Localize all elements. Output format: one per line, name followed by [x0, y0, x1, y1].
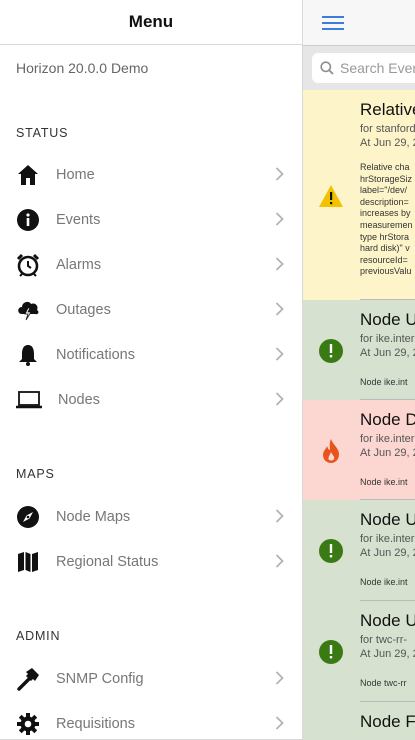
- chevron-right-icon: [275, 257, 284, 271]
- event-subtitle: for stanford: [360, 123, 415, 135]
- menu-item-node-maps[interactable]: Node Maps: [0, 494, 302, 539]
- warning-icon: [318, 184, 344, 210]
- menu-title: Menu: [128, 12, 174, 31]
- event-subtitle: for twc-rr-: [360, 634, 408, 646]
- event-item[interactable]: Node U for twc-rr- At Jun 29, 2 Node twc…: [303, 601, 415, 702]
- event-item[interactable]: Relative for stanford At Jun 29, 2 Relat…: [303, 90, 415, 300]
- alarm-clock-icon: [16, 253, 40, 277]
- menu-item-label: Requisitions: [56, 715, 135, 732]
- event-title: Node U: [360, 510, 415, 529]
- menu-header: Menu: [0, 0, 302, 45]
- section-status: STATUS: [16, 126, 69, 140]
- event-item[interactable]: Node D for ike.inter At Jun 29, 2 Node i…: [303, 400, 415, 500]
- menu-item-regional-status[interactable]: Regional Status: [0, 539, 302, 584]
- event-item[interactable]: Node U for ike.inter At Jun 29, 2 Node i…: [303, 300, 415, 400]
- menu-item-notifications[interactable]: Notifications: [0, 332, 302, 377]
- laptop-icon: [16, 388, 42, 412]
- hamburger-icon[interactable]: [321, 14, 345, 32]
- event-item[interactable]: Node U for ike.inter At Jun 29, 2 Node i…: [303, 500, 415, 601]
- event-title: Relative: [360, 100, 415, 119]
- bell-icon: [16, 343, 40, 367]
- menu-item-label: Events: [56, 211, 101, 228]
- event-body: Node U for ike.inter At Jun 29, 2 Node i…: [360, 300, 415, 389]
- storm-cloud-icon: [16, 298, 40, 322]
- menu-item-snmp-config[interactable]: SNMP Config: [0, 656, 302, 701]
- event-time: At Jun 29, 2: [360, 137, 415, 149]
- event-body: Node U for twc-rr- At Jun 29, 2 Node twc…: [360, 601, 415, 690]
- home-icon: [16, 163, 40, 187]
- chevron-right-icon: [275, 671, 284, 685]
- chevron-right-icon: [275, 554, 284, 568]
- event-description: Node twc-rr: [360, 678, 407, 688]
- menu-item-label: Alarms: [56, 256, 102, 273]
- chevron-right-icon: [275, 509, 284, 523]
- event-description: Node ike.int: [360, 577, 408, 587]
- chevron-right-icon: [275, 716, 284, 730]
- event-body: Relative for stanford At Jun 29, 2 Relat…: [360, 90, 415, 278]
- search-icon: [320, 61, 334, 75]
- menu-item-label: Node Maps: [56, 508, 131, 525]
- event-title: Node U: [360, 611, 415, 630]
- hammer-icon: [16, 667, 40, 691]
- event-subtitle: for ike.inter: [360, 533, 415, 545]
- menu-item-nodes[interactable]: Nodes: [0, 377, 302, 422]
- event-body: Node D for ike.inter At Jun 29, 2 Node i…: [360, 400, 415, 489]
- side-menu: Menu Horizon 20.0.0 Demo STATUS Home Eve…: [0, 0, 303, 740]
- event-item[interactable]: Node F: [303, 702, 415, 740]
- event-title: Node F: [360, 712, 415, 731]
- events-panel: Relative for stanford At Jun 29, 2 Relat…: [303, 0, 415, 740]
- event-time: At Jun 29, 2: [360, 648, 415, 660]
- event-body: Node U for ike.inter At Jun 29, 2 Node i…: [360, 500, 415, 589]
- event-subtitle: for ike.inter: [360, 333, 415, 345]
- event-description: Node ike.int: [360, 477, 408, 487]
- menu-item-label: Home: [56, 166, 95, 183]
- event-title: Node U: [360, 310, 415, 329]
- check-circle-icon: [318, 639, 344, 665]
- menu-item-label: Outages: [56, 301, 111, 318]
- event-body: Node F: [360, 702, 415, 732]
- event-subtitle: for ike.inter: [360, 433, 415, 445]
- event-description: Node ike.int: [360, 377, 408, 387]
- gear-icon: [16, 712, 40, 736]
- menu-item-outages[interactable]: Outages: [0, 287, 302, 332]
- check-circle-icon: [318, 338, 344, 364]
- chevron-right-icon: [275, 212, 284, 226]
- top-bar: [303, 0, 415, 46]
- chevron-right-icon: [275, 167, 284, 181]
- flame-icon: [321, 438, 347, 464]
- section-maps: MAPS: [16, 467, 55, 481]
- event-title: Node D: [360, 410, 415, 429]
- search-input[interactable]: [340, 60, 415, 76]
- event-time: At Jun 29, 2: [360, 447, 415, 459]
- section-admin: ADMIN: [16, 629, 61, 643]
- menu-item-label: Nodes: [58, 391, 100, 408]
- event-description: Relative cha hrStorageSiz label="/dev/ d…: [360, 162, 413, 277]
- event-time: At Jun 29, 2: [360, 347, 415, 359]
- menu-item-label: Notifications: [56, 346, 135, 363]
- menu-item-home[interactable]: Home: [0, 152, 302, 197]
- event-time: At Jun 29, 2: [360, 547, 415, 559]
- chevron-right-icon: [275, 392, 284, 406]
- chevron-right-icon: [275, 347, 284, 361]
- compass-icon: [16, 505, 40, 529]
- search-box[interactable]: [312, 53, 415, 83]
- check-circle-icon: [318, 538, 344, 564]
- menu-item-label: Regional Status: [56, 553, 159, 570]
- app-version: Horizon 20.0.0 Demo: [16, 60, 149, 76]
- menu-item-alarms[interactable]: Alarms: [0, 242, 302, 287]
- menu-item-requisitions[interactable]: Requisitions: [0, 701, 302, 740]
- info-icon: [16, 208, 40, 232]
- search-bar: [303, 46, 415, 90]
- chevron-right-icon: [275, 302, 284, 316]
- menu-item-events[interactable]: Events: [0, 197, 302, 242]
- map-icon: [16, 550, 40, 574]
- menu-item-label: SNMP Config: [56, 670, 144, 687]
